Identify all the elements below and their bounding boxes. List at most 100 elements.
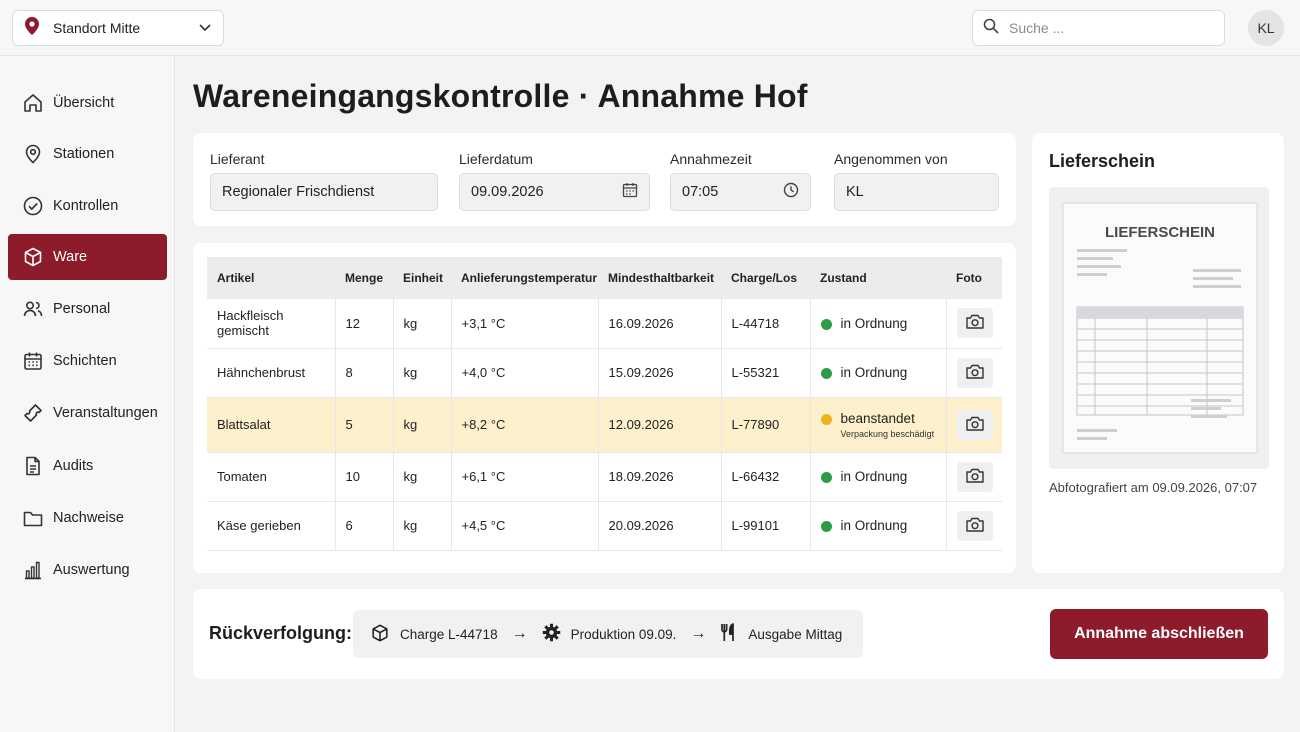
date-value: 09.09.2026: [471, 184, 544, 200]
status-dot-ok: [820, 318, 832, 330]
cell-batch: L-66432: [721, 452, 811, 502]
table-header-row: Artikel Menge Einheit Anlieferungstemper…: [207, 257, 1002, 299]
cell-qty: 10: [335, 452, 394, 502]
supplier-label: Lieferant: [210, 151, 265, 167]
cell-qty: 12: [335, 299, 394, 349]
package-icon: [370, 623, 390, 646]
cell-unit: kg: [393, 397, 452, 453]
cell-status: in Ordnung: [810, 299, 947, 349]
cell-mhd: 20.09.2026: [598, 501, 722, 551]
status-dot-ok: [820, 472, 832, 483]
home-icon: [22, 92, 44, 114]
gear-icon: [542, 623, 561, 645]
delivery-note-card: Lieferschein LIEFERSCHEIN Abfotografiert…: [1032, 133, 1284, 573]
photo-button[interactable]: [956, 357, 993, 388]
status-dot-warning: [820, 413, 832, 425]
cell-batch: L-55321: [721, 348, 811, 398]
camera-icon: [965, 314, 984, 332]
supplier-field[interactable]: Regionaler Frischdienst: [210, 173, 438, 211]
users-icon: [22, 298, 44, 320]
document-icon: [22, 455, 44, 477]
date-field[interactable]: 09.09.2026: [459, 173, 650, 211]
photo-button[interactable]: [956, 409, 993, 440]
sidebar-item-uebersicht[interactable]: Übersicht: [8, 80, 167, 126]
cell-batch: L-77890: [721, 397, 811, 453]
time-field[interactable]: 07:05: [670, 173, 811, 211]
cell-temp: +4,0 °C: [451, 348, 599, 398]
trace-step-production[interactable]: Produktion 09.09.: [542, 623, 677, 645]
sidebar-item-label: Übersicht: [53, 95, 115, 111]
photo-button[interactable]: [956, 308, 993, 339]
chevron-down-icon: [199, 19, 211, 37]
cell-mhd: 15.09.2026: [598, 348, 722, 398]
status-dot-ok: [820, 368, 832, 379]
table-row[interactable]: Käse gerieben 6 kg +4,5 °C 20.09.2026 L-…: [207, 501, 1002, 551]
cell-mhd: 12.09.2026: [598, 397, 722, 453]
status-text: in Ordnung: [840, 469, 908, 484]
sidebar-item-audits[interactable]: Audits: [8, 443, 167, 489]
location-label: Standort Mitte: [53, 20, 141, 36]
accepted-by-field[interactable]: KL: [834, 173, 999, 211]
column-header-foto: Foto: [946, 257, 1002, 299]
top-bar: Standort Mitte KL: [0, 0, 1300, 56]
clock-icon[interactable]: [783, 182, 799, 202]
search-box: [972, 10, 1225, 46]
column-header-artikel: Artikel: [207, 257, 335, 299]
trace-step-batch[interactable]: Charge L-44718: [370, 623, 498, 646]
trace-step-label: Produktion 09.09.: [570, 626, 677, 642]
sidebar-item-ware[interactable]: Ware: [8, 234, 167, 280]
sidebar-item-label: Ware: [53, 249, 88, 265]
column-header-zustand: Zustand: [810, 257, 946, 299]
accepted-by-label: Angenommen von: [834, 151, 948, 167]
cell-article: Käse gerieben: [207, 501, 336, 551]
traceability-label: Rückverfolgung:: [209, 623, 353, 643]
delivery-form: Lieferant Regionaler Frischdienst Liefer…: [193, 133, 1016, 226]
delivery-note-photo[interactable]: LIEFERSCHEIN: [1049, 187, 1269, 469]
avatar[interactable]: KL: [1248, 10, 1284, 46]
column-header-mhd: Mindesthaltbarkeit: [598, 257, 721, 299]
delivery-note-title: Lieferschein: [1049, 151, 1156, 171]
cell-status: beanstandet Verpackung beschädigt: [810, 397, 947, 453]
sidebar-item-schichten[interactable]: Schichten: [8, 338, 167, 384]
trace-step-label: Charge L-44718: [400, 626, 498, 642]
sidebar-item-kontrollen[interactable]: Kontrollen: [8, 183, 167, 229]
table-row-flagged[interactable]: Blattsalat 5 kg +8,2 °C 12.09.2026 L-778…: [207, 397, 1002, 453]
cell-qty: 8: [335, 348, 394, 398]
table-row[interactable]: Tomaten 10 kg +6,1 °C 18.09.2026 L-66432…: [207, 452, 1002, 502]
photo-button[interactable]: [956, 461, 993, 492]
date-label: Lieferdatum: [459, 151, 533, 167]
map-pin-icon: [25, 16, 39, 40]
camera-icon: [965, 468, 984, 486]
calendar-icon: [22, 350, 44, 372]
photo-button[interactable]: [956, 510, 993, 541]
status-text: beanstandet: [840, 410, 915, 426]
cell-status: in Ordnung: [810, 452, 947, 502]
cell-temp: +8,2 °C: [451, 397, 599, 453]
sidebar-item-stationen[interactable]: Stationen: [8, 131, 167, 177]
sidebar-item-label: Kontrollen: [53, 198, 119, 214]
arrow-right-icon: →: [690, 625, 707, 642]
trace-step-serving[interactable]: Ausgabe Mittag: [720, 623, 842, 645]
delivery-note-caption: Abfotografiert am 09.09.2026, 07:07: [1049, 480, 1258, 495]
goods-table: Artikel Menge Einheit Anlieferungstemper…: [207, 257, 1002, 551]
calendar-icon[interactable]: [622, 182, 638, 202]
search-input[interactable]: [1009, 20, 1209, 36]
cell-unit: kg: [393, 501, 452, 551]
sidebar-item-auswertung[interactable]: Auswertung: [8, 547, 167, 593]
sidebar-item-nachweise[interactable]: Nachweise: [8, 495, 167, 541]
sidebar-item-label: Nachweise: [53, 510, 124, 526]
location-selector[interactable]: Standort Mitte: [12, 10, 224, 46]
complete-acceptance-button[interactable]: Annahme abschließen: [1050, 609, 1268, 659]
sidebar-item-personal[interactable]: Personal: [8, 286, 167, 332]
arrow-right-icon: →: [511, 625, 528, 642]
cell-qty: 5: [335, 397, 394, 453]
cell-photo: [946, 299, 1002, 349]
status-text: in Ordnung: [840, 315, 908, 331]
accepted-by-value: KL: [846, 184, 864, 200]
cutlery-icon: [720, 623, 738, 645]
table-row[interactable]: Hähnchenbrust 8 kg +4,0 °C 15.09.2026 L-…: [207, 348, 1002, 398]
folder-icon: [22, 507, 44, 529]
sidebar-item-veranstaltungen[interactable]: Veranstaltungen: [8, 390, 167, 436]
table-row[interactable]: Hackfleisch gemischt 12 kg +3,1 °C 16.09…: [207, 299, 1002, 349]
sidebar-item-label: Auswertung: [53, 562, 130, 578]
